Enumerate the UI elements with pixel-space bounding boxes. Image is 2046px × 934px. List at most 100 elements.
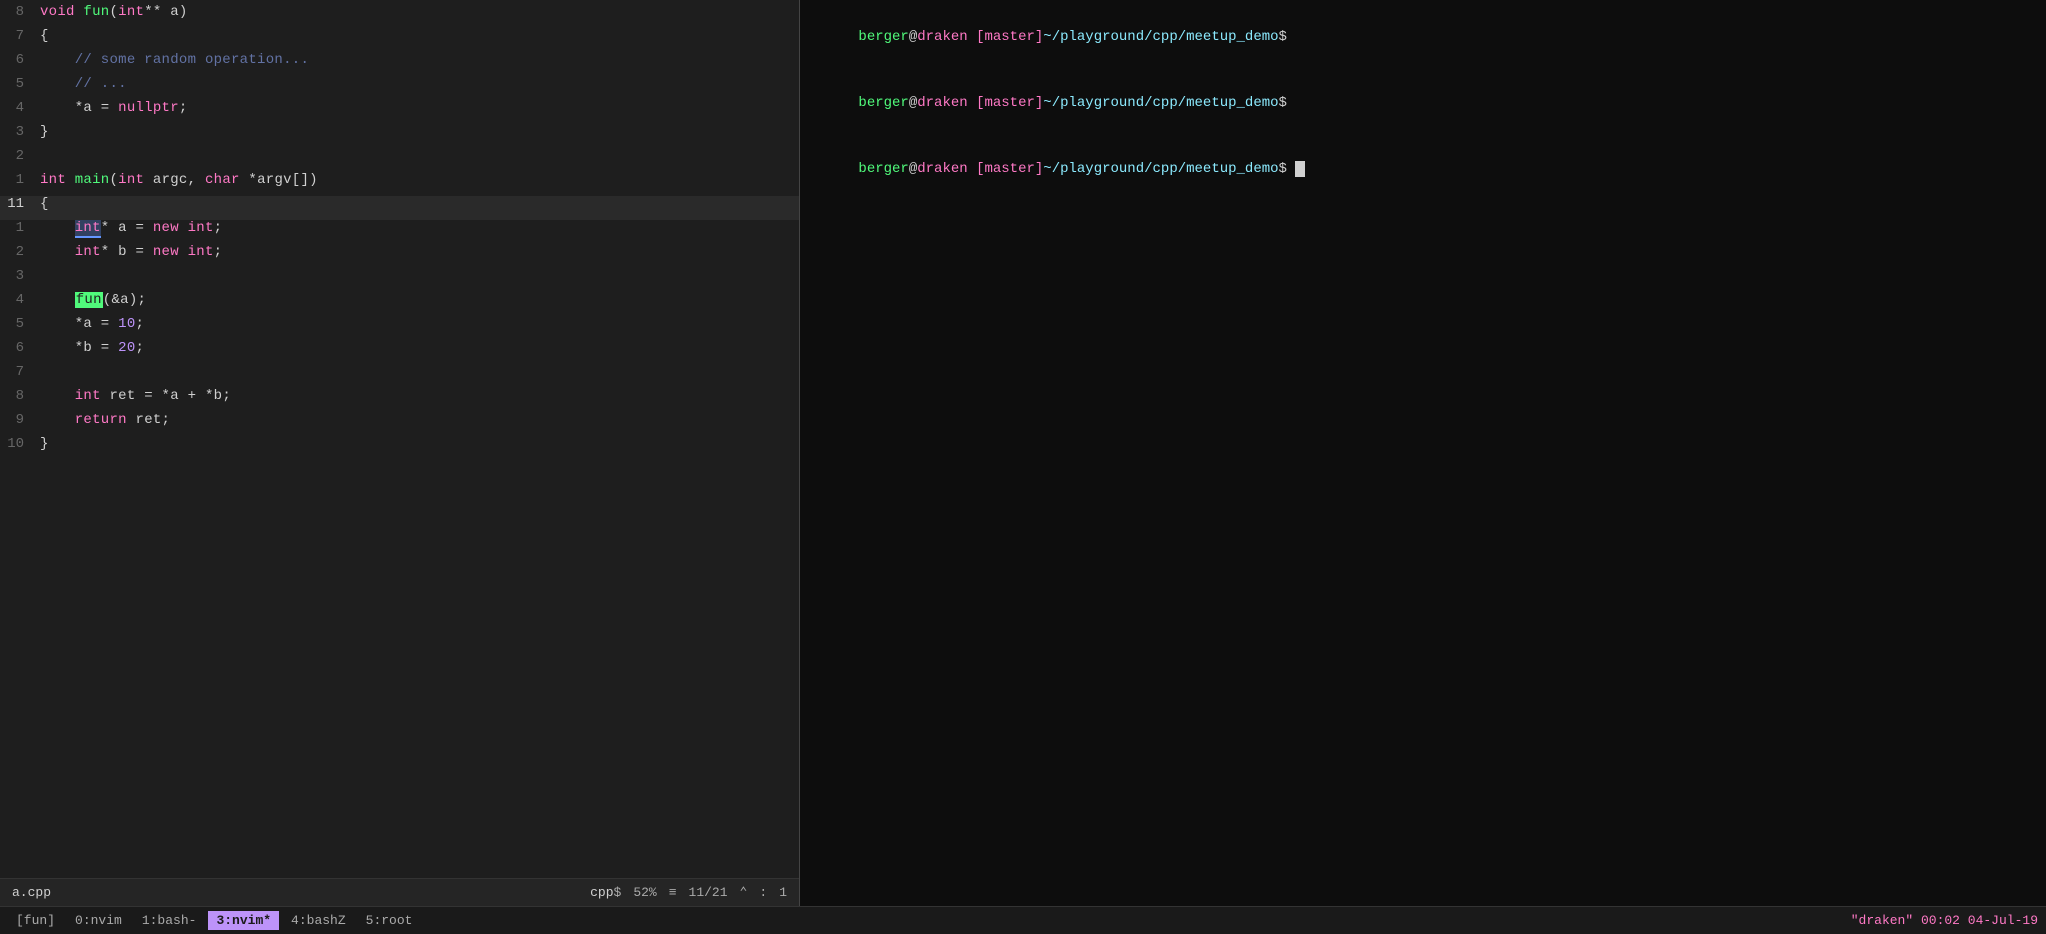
code-line-8: 8 void fun(int** a) — [0, 4, 799, 28]
code-area: 8 void fun(int** a) 7 { 6 // some random… — [0, 0, 799, 878]
terminal-pane[interactable]: berger@draken [master]~/playground/cpp/m… — [800, 0, 2046, 906]
line-num: 4 — [0, 292, 40, 308]
term-prompt: $ — [1279, 95, 1296, 111]
line-content: *a = 10; — [40, 316, 791, 332]
code-line-4a: 4 *a = nullptr; — [0, 100, 799, 124]
terminal-line-3: berger@draken [master]~/playground/cpp/m… — [808, 136, 2038, 202]
term-branch: [master] — [976, 95, 1043, 111]
code-line-6b: 6 *b = 20; — [0, 340, 799, 364]
main-area: 8 void fun(int** a) 7 { 6 // some random… — [0, 0, 2046, 906]
term-host: draken — [917, 161, 967, 177]
line-content: } — [40, 124, 791, 140]
status-scroll: 52% — [633, 885, 656, 900]
line-num-active: 11 — [0, 196, 40, 212]
tmux-info: "draken" 00:02 04-Jul-19 — [1851, 913, 2038, 928]
line-content: int ret = *a + *b; — [40, 388, 791, 404]
term-user: berger — [858, 95, 908, 111]
term-space — [968, 29, 976, 45]
status-filetype: cpp — [590, 885, 613, 900]
line-num: 9 — [0, 412, 40, 428]
line-num: 6 — [0, 340, 40, 356]
tmux-window-fun[interactable]: [fun] — [8, 911, 63, 930]
code-line-11: 11 { — [0, 196, 799, 220]
term-path: ~/playground/cpp/meetup_demo — [1043, 29, 1278, 45]
terminal-line-1: berger@draken [master]~/playground/cpp/m… — [808, 4, 2038, 70]
line-num: 2 — [0, 148, 40, 164]
tmux-window-4[interactable]: 4:bashZ — [283, 911, 354, 930]
code-line-4b: 4 fun(&a); — [0, 292, 799, 316]
line-content: { — [40, 28, 791, 44]
line-content: int* a = new int; — [40, 220, 791, 236]
code-line-2b: 2 int* b = new int; — [0, 244, 799, 268]
line-content: // ... — [40, 76, 791, 92]
tmux-session: "draken" — [1851, 913, 1921, 928]
tmux-date: 04-Jul-19 — [1968, 913, 2038, 928]
code-line-7a: 7 { — [0, 28, 799, 52]
term-at: @ — [909, 29, 917, 45]
term-branch: [master] — [976, 29, 1043, 45]
tmux-time: 00:02 — [1921, 913, 1968, 928]
editor-status-bar: a.cpp cpp $ 52% ≡ 11/21 ⌃ : 1 — [0, 878, 799, 906]
editor-pane[interactable]: 8 void fun(int** a) 7 { 6 // some random… — [0, 0, 800, 906]
line-content: return ret; — [40, 412, 791, 428]
line-num: 1 — [0, 172, 40, 188]
code-line-6a: 6 // some random operation... — [0, 52, 799, 76]
code-line-5a: 5 // ... — [0, 76, 799, 100]
status-dollar: $ — [614, 885, 622, 900]
line-content: *b = 20; — [40, 340, 791, 356]
code-line-2a: 2 — [0, 148, 799, 172]
line-num: 4 — [0, 100, 40, 116]
terminal-line-2: berger@draken [master]~/playground/cpp/m… — [808, 70, 2038, 136]
tmux-window-5[interactable]: 5:root — [358, 911, 421, 930]
code-line-3b: 3 — [0, 268, 799, 292]
tmux-window-3[interactable]: 3:nvim* — [208, 911, 279, 930]
line-num: 10 — [0, 436, 40, 452]
line-num: 7 — [0, 28, 40, 44]
status-left: a.cpp cpp — [12, 885, 614, 900]
terminal-cursor — [1295, 161, 1305, 177]
line-content: } — [40, 436, 791, 452]
line-content: // some random operation... — [40, 52, 791, 68]
line-num: 3 — [0, 268, 40, 284]
code-line-1a: 1 int main(int argc, char *argv[]) — [0, 172, 799, 196]
status-ln-icon: ⌃ — [740, 885, 748, 900]
status-right: $ 52% ≡ 11/21 ⌃ : 1 — [614, 885, 788, 900]
line-num: 3 — [0, 124, 40, 140]
term-host: draken — [917, 29, 967, 45]
code-line-1b: 1 int* a = new int; — [0, 220, 799, 244]
code-line-8b: 8 int ret = *a + *b; — [0, 388, 799, 412]
term-user: berger — [858, 161, 908, 177]
term-path: ~/playground/cpp/meetup_demo — [1043, 95, 1278, 111]
code-line-10: 10 } — [0, 436, 799, 460]
term-user: berger — [858, 29, 908, 45]
line-num: 1 — [0, 220, 40, 236]
term-prompt: $ — [1279, 161, 1296, 177]
line-num: 7 — [0, 364, 40, 380]
term-path: ~/playground/cpp/meetup_demo — [1043, 161, 1278, 177]
tmux-windows: [fun] 0:nvim 1:bash- 3:nvim* 4:bashZ 5:r… — [8, 911, 1851, 930]
term-prompt: $ — [1279, 29, 1296, 45]
code-line-7b: 7 — [0, 364, 799, 388]
line-content: fun(&a); — [40, 292, 791, 308]
code-line-3a: 3 } — [0, 124, 799, 148]
line-num: 8 — [0, 4, 40, 20]
code-line-5b: 5 *a = 10; — [0, 316, 799, 340]
status-colon: : — [759, 885, 767, 900]
line-content: *a = nullptr; — [40, 100, 791, 116]
tmux-window-0[interactable]: 0:nvim — [67, 911, 130, 930]
status-column: 1 — [779, 885, 787, 900]
status-filename: a.cpp — [12, 885, 51, 900]
term-branch: [master] — [976, 161, 1043, 177]
term-space — [968, 95, 976, 111]
code-line-9: 9 return ret; — [0, 412, 799, 436]
line-num: 5 — [0, 76, 40, 92]
term-host: draken — [917, 95, 967, 111]
line-content: int* b = new int; — [40, 244, 791, 260]
line-num: 2 — [0, 244, 40, 260]
term-space — [968, 161, 976, 177]
line-num: 5 — [0, 316, 40, 332]
tmux-bar: [fun] 0:nvim 1:bash- 3:nvim* 4:bashZ 5:r… — [0, 906, 2046, 934]
status-position: 11/21 — [689, 885, 728, 900]
term-at: @ — [909, 95, 917, 111]
tmux-window-1[interactable]: 1:bash- — [134, 911, 205, 930]
